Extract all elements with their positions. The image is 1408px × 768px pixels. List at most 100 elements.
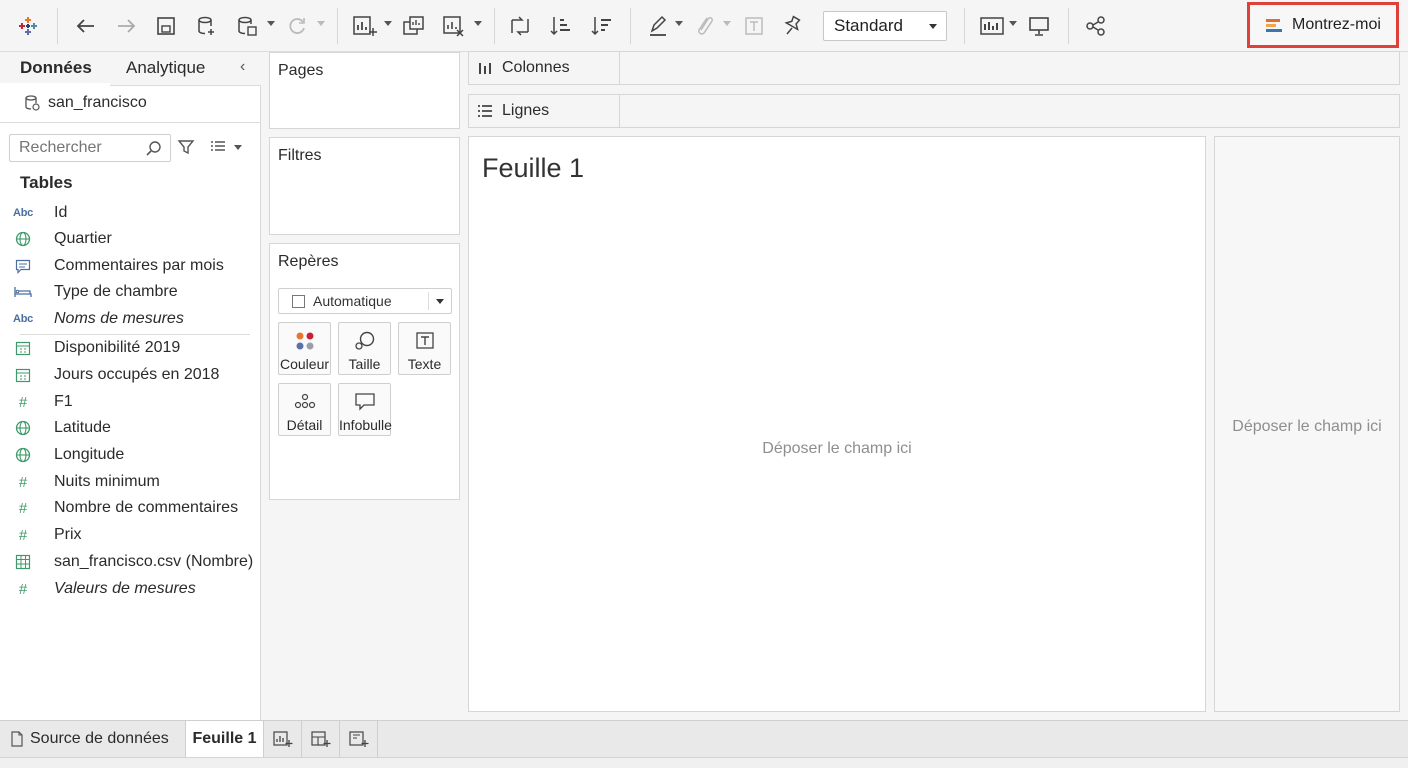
fit-view-select[interactable]: Standard xyxy=(823,11,947,41)
right-drop-zone[interactable]: Déposer le champ ici xyxy=(1214,136,1400,712)
color-dots-icon xyxy=(279,331,330,351)
field-item[interactable]: # Prix xyxy=(0,522,260,548)
show-cards-icon[interactable] xyxy=(978,10,1006,42)
toolbar-separator xyxy=(1068,8,1069,44)
filter-icon[interactable] xyxy=(177,138,195,159)
refresh-caret-icon[interactable] xyxy=(317,21,325,26)
size-button[interactable]: Taille xyxy=(338,322,391,375)
calendar-icon xyxy=(0,367,54,383)
search-icon[interactable] xyxy=(146,140,162,159)
rows-label: Lignes xyxy=(502,102,550,119)
mark-type-square-icon xyxy=(292,294,305,308)
field-item[interactable]: Abc Id xyxy=(0,200,260,226)
sort-descending-icon[interactable] xyxy=(588,10,616,42)
highlight-caret-icon[interactable] xyxy=(675,21,683,26)
field-label: F1 xyxy=(54,393,73,410)
refresh-icon[interactable] xyxy=(285,10,309,42)
field-item[interactable]: san_francisco.csv (Nombre) xyxy=(0,549,260,575)
detail-button[interactable]: Détail xyxy=(278,383,331,436)
rows-shelf[interactable]: Lignes xyxy=(468,94,1400,128)
new-worksheet-tab-button[interactable] xyxy=(264,721,302,757)
new-dashboard-tab-button[interactable] xyxy=(302,721,340,757)
field-item[interactable]: # F1 xyxy=(0,389,260,415)
tab-data-source[interactable]: Source de données xyxy=(0,721,186,757)
field-item[interactable]: # Nombre de commentaires xyxy=(0,495,260,521)
tab-analytique[interactable]: Analytique xyxy=(126,58,205,78)
collapse-pane-icon[interactable]: ‹ xyxy=(240,58,245,76)
new-worksheet-caret-icon[interactable] xyxy=(384,21,392,26)
sheet-title[interactable]: Feuille 1 xyxy=(482,153,584,184)
new-story-tab-button[interactable] xyxy=(340,721,378,757)
new-worksheet-icon xyxy=(272,731,292,747)
swap-rows-columns-icon[interactable] xyxy=(506,10,534,42)
text-button[interactable]: Texte xyxy=(398,322,451,375)
field-item[interactable]: Disponibilité 2019 xyxy=(0,335,260,361)
toolbar-separator xyxy=(630,8,631,44)
pages-card[interactable]: Pages xyxy=(269,52,460,129)
new-datasource-icon[interactable] xyxy=(193,10,221,42)
show-me-bar-1 xyxy=(1266,18,1280,22)
field-item[interactable]: Type de chambre xyxy=(0,279,260,305)
globe-icon xyxy=(0,420,54,436)
pause-updates-icon[interactable] xyxy=(233,10,261,42)
show-me-button[interactable]: Montrez-moi xyxy=(1247,2,1399,48)
field-label: Longitude xyxy=(54,446,125,463)
fix-axes-pin-icon[interactable] xyxy=(778,10,806,42)
mark-type-value: Automatique xyxy=(313,293,392,309)
tab-sheet-1[interactable]: Feuille 1 xyxy=(186,721,264,757)
datasource-caret-icon[interactable] xyxy=(267,21,275,26)
new-worksheet-icon[interactable] xyxy=(350,10,380,42)
highlight-icon[interactable] xyxy=(644,10,672,42)
view-canvas[interactable]: Feuille 1 Déposer le champ ici xyxy=(468,136,1206,712)
duplicate-icon[interactable] xyxy=(400,10,428,42)
drop-field-hint: Déposer le champ ici xyxy=(762,440,912,457)
list-view-icon[interactable] xyxy=(209,140,227,157)
field-item[interactable]: Quartier xyxy=(0,226,260,252)
datasource-item[interactable]: san_francisco xyxy=(24,94,147,112)
field-item[interactable]: # Nuits minimum xyxy=(0,469,260,495)
number-icon: # xyxy=(0,527,54,544)
show-me-icon xyxy=(1266,18,1282,32)
toolbar: Standard Montrez-moi xyxy=(0,0,1408,52)
tooltip-button[interactable]: Infobulle xyxy=(338,383,392,436)
drop-field-hint-right: Déposer le champ ici xyxy=(1232,418,1382,435)
view-options-caret-icon[interactable] xyxy=(234,145,242,150)
mark-type-select[interactable]: Automatique xyxy=(278,288,452,314)
undo-icon[interactable] xyxy=(72,10,100,42)
show-me-label: Montrez-moi xyxy=(1292,16,1381,33)
show-labels-icon[interactable] xyxy=(740,10,768,42)
new-dashboard-icon xyxy=(310,731,330,747)
field-label: Commentaires par mois xyxy=(54,257,224,274)
field-item[interactable]: Longitude xyxy=(0,442,260,468)
filters-card[interactable]: Filtres xyxy=(269,137,460,235)
group-caret-icon[interactable] xyxy=(723,21,731,26)
group-members-icon[interactable] xyxy=(690,10,718,42)
datasource-icon xyxy=(25,95,40,111)
tab-donnees[interactable]: Données xyxy=(20,58,92,78)
size-label: Taille xyxy=(348,356,381,372)
table-icon xyxy=(0,554,54,570)
clear-sheet-icon[interactable] xyxy=(440,10,468,42)
toolbar-separator xyxy=(337,8,338,44)
presentation-mode-icon[interactable] xyxy=(1025,10,1053,42)
field-item[interactable]: Abc Noms de mesures xyxy=(0,306,260,332)
marks-title: Repères xyxy=(278,253,339,270)
field-item[interactable]: Commentaires par mois xyxy=(0,253,260,279)
columns-shelf[interactable]: Colonnes xyxy=(468,51,1400,85)
number-glyph: # xyxy=(18,393,28,411)
redo-icon[interactable] xyxy=(112,10,140,42)
field-item[interactable]: Jours occupés en 2018 xyxy=(0,362,260,388)
sort-ascending-icon[interactable] xyxy=(547,10,575,42)
save-icon[interactable] xyxy=(152,10,180,42)
number-icon: # xyxy=(0,581,54,598)
field-item[interactable]: Latitude xyxy=(0,415,260,441)
data-pane: Données Analytique ‹ san_francisco Table… xyxy=(0,52,261,720)
document-icon xyxy=(11,731,23,747)
columns-icon xyxy=(479,63,491,74)
tableau-logo-icon[interactable] xyxy=(14,10,42,42)
share-icon[interactable] xyxy=(1082,10,1110,42)
color-button[interactable]: Couleur xyxy=(278,322,331,375)
show-cards-caret-icon[interactable] xyxy=(1009,21,1017,26)
field-item[interactable]: # Valeurs de mesures xyxy=(0,576,260,602)
clear-caret-icon[interactable] xyxy=(474,21,482,26)
